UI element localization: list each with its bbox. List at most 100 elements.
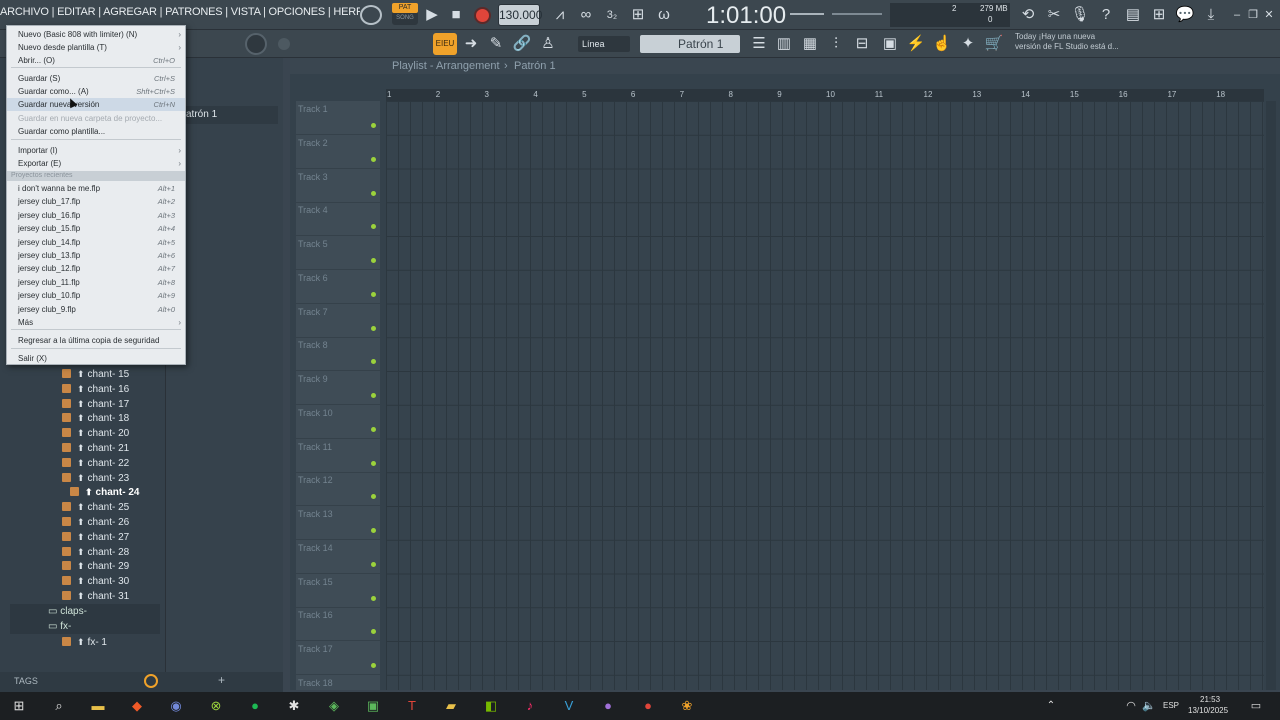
recorder-icon[interactable]: ● (637, 696, 659, 716)
timeline-ruler[interactable]: 1 2 3 4 5 6 7 8 9 10 11 12 13 14 15 16 17 18 (386, 89, 1264, 101)
track-enable-led[interactable] (371, 123, 376, 128)
brave-icon[interactable]: ◆ (126, 696, 148, 716)
tempo-display[interactable]: 130.000 (498, 4, 542, 26)
track-enable-led[interactable] (371, 595, 376, 601)
xbox-icon[interactable]: ⊗ (205, 696, 227, 716)
menu-item-0[interactable]: Nuevo (Basic 808 with limiter) (N) › (7, 28, 185, 41)
track-enable-led[interactable] (371, 156, 376, 162)
playlist-icon[interactable]: ☰ (748, 33, 770, 55)
browser-item[interactable]: ⬆ fx- 1 (62, 635, 107, 650)
cut-icon[interactable]: ✂ (1043, 4, 1065, 26)
discord-icon[interactable]: ◉ (165, 696, 187, 716)
recent-project-6[interactable]: jersey club_12.flp Alt+7 (7, 262, 185, 275)
blend-notes-icon[interactable]: ⊞ (627, 4, 649, 26)
recent-project-9[interactable]: jersey club_9.flp Alt+0 (7, 303, 185, 316)
browser-item[interactable]: ⬆ chant- 24 (70, 485, 139, 500)
track-header[interactable]: Track 6 (296, 270, 380, 304)
track-header[interactable]: Track 8 (296, 337, 380, 372)
track-header[interactable]: Track 9 (296, 371, 380, 405)
menu-item-1[interactable]: Nuevo desde plantilla (T) › (7, 41, 185, 54)
language-indicator[interactable]: ESP (1163, 701, 1179, 710)
save-icon[interactable]: ▤ (1122, 4, 1144, 26)
app-purple-icon[interactable]: ● (597, 696, 619, 716)
minecraft-icon[interactable]: ▣ (362, 696, 384, 716)
launcher-icon[interactable]: ▰ (440, 696, 462, 716)
pattern-selector[interactable]: Patrón 1 (640, 35, 740, 53)
news-panel[interactable]: Today ¡Hay una nueva versión de FL Studi… (1010, 32, 1145, 56)
notifications-icon[interactable]: ▭ (1245, 696, 1267, 716)
download-icon[interactable]: ⤓ (1200, 4, 1222, 26)
browser-item[interactable]: ⬆ chant- 23 (62, 471, 129, 486)
track-header[interactable]: Track 10 (296, 405, 380, 439)
fl-studio-icon[interactable]: ❀ (676, 696, 698, 716)
track-header[interactable]: Track 3 (296, 169, 380, 203)
menu-more[interactable]: Más › (7, 316, 185, 329)
main-knob[interactable] (245, 33, 267, 55)
track-enable-led[interactable] (371, 494, 376, 500)
tiktok-icon[interactable]: ♪ (519, 696, 541, 716)
browser-icon[interactable]: ⊟ (851, 33, 873, 55)
track-enable-led[interactable] (371, 460, 376, 466)
help-icon[interactable]: ? (1095, 4, 1117, 26)
menu-item-7[interactable]: Guardar como plantilla... (7, 125, 185, 138)
recent-project-0[interactable]: i don't wanna be me.flp Alt+1 (7, 182, 185, 195)
recent-project-7[interactable]: jersey club_11.flp Alt+8 (7, 276, 185, 289)
menu-item-5[interactable]: Guardar nueva versión Ctrl+N (7, 98, 185, 111)
track-header[interactable]: Track 5 (296, 236, 380, 270)
track-enable-led[interactable] (371, 663, 376, 668)
browser-item[interactable]: ⬆ chant- 20 (62, 426, 129, 441)
folder-fx[interactable]: ▭ fx- (10, 619, 160, 635)
game-icon[interactable]: ◈ (323, 696, 345, 716)
pat-song-switch[interactable]: PAT SONG (392, 3, 418, 25)
volume-icon[interactable]: 🔈 (1138, 696, 1160, 716)
browser-item[interactable]: ⬆ chant- 25 (62, 500, 129, 515)
search-taskbar-icon[interactable]: ⌕ (48, 696, 70, 716)
track-header[interactable]: Track 13 (296, 506, 380, 540)
track-enable-led[interactable] (371, 528, 376, 533)
search-icon[interactable] (144, 674, 158, 688)
file-explorer-icon[interactable]: ▬ (87, 696, 109, 716)
main-menu-bar[interactable]: ARCHIVO | EDITAR | AGREGAR | PATRONES | … (0, 6, 360, 24)
recent-project-2[interactable]: jersey club_16.flp Alt+3 (7, 209, 185, 222)
master-volume-slider[interactable] (790, 13, 824, 15)
microphone-icon[interactable]: 🎙 (1069, 4, 1091, 26)
menu-item-4[interactable]: Guardar como... (A) Shft+Ctrl+S (7, 85, 185, 98)
recent-project-5[interactable]: jersey club_13.flp Alt+6 (7, 249, 185, 262)
arrow-right-icon[interactable]: ➜ (460, 33, 482, 55)
plug-icon[interactable]: ⚡ (905, 33, 927, 55)
track-header[interactable]: Track 7 (296, 304, 380, 338)
menu-item-9[interactable]: Exportar (E) › (7, 157, 185, 170)
track-header[interactable]: Track 11 (296, 439, 380, 473)
browser-item[interactable]: ⬆ chant- 27 (62, 530, 129, 545)
browser-item[interactable]: ⬆ chant- 15 (62, 367, 129, 382)
recent-project-4[interactable]: jersey club_14.flp Alt+5 (7, 236, 185, 249)
track-enable-led[interactable] (371, 629, 376, 635)
track-enable-led[interactable] (371, 393, 376, 398)
wand-icon[interactable]: ✦ (957, 33, 979, 55)
browser-item[interactable]: ⬆ chant- 31 (62, 589, 129, 604)
track-enable-led[interactable] (371, 224, 376, 230)
track-enable-led[interactable] (371, 190, 376, 196)
browser-item[interactable]: ⬆ chant- 21 (62, 441, 129, 456)
browser-item[interactable]: ⬆ chant- 28 (62, 545, 129, 560)
touch-controller-icon[interactable]: ☝ (931, 33, 953, 55)
stamp-icon[interactable]: ♙ (537, 33, 559, 55)
metronome-icon[interactable]: ⩘ (549, 4, 571, 26)
browser-item[interactable]: ⬆ chant- 18 (62, 411, 129, 426)
track-header[interactable]: Track 2 (296, 135, 380, 169)
chat-icon[interactable]: 💬 (1174, 4, 1196, 26)
channel-rack-icon[interactable]: ▦ (799, 33, 821, 55)
tags-label[interactable]: TAGS (14, 676, 38, 686)
track-enable-led[interactable] (371, 426, 376, 432)
undo-icon[interactable]: ⟲ (1017, 4, 1039, 26)
channel-rack-pattern[interactable]: atrón 1 (184, 106, 278, 124)
clock-time[interactable]: 21:53 (1200, 695, 1220, 704)
countdown-icon[interactable]: 3₂ (601, 4, 623, 26)
stop-icon[interactable]: ■ (445, 4, 467, 26)
vertical-scrollbar[interactable] (1266, 101, 1276, 690)
step-edit-button[interactable]: EIEU (433, 33, 457, 55)
browser-item[interactable]: ⬆ chant- 30 (62, 574, 129, 589)
master-pitch-slider[interactable] (832, 13, 882, 15)
tray-chevron-icon[interactable]: ⌃ (1040, 696, 1062, 716)
arrangement-grid[interactable] (386, 101, 1264, 690)
